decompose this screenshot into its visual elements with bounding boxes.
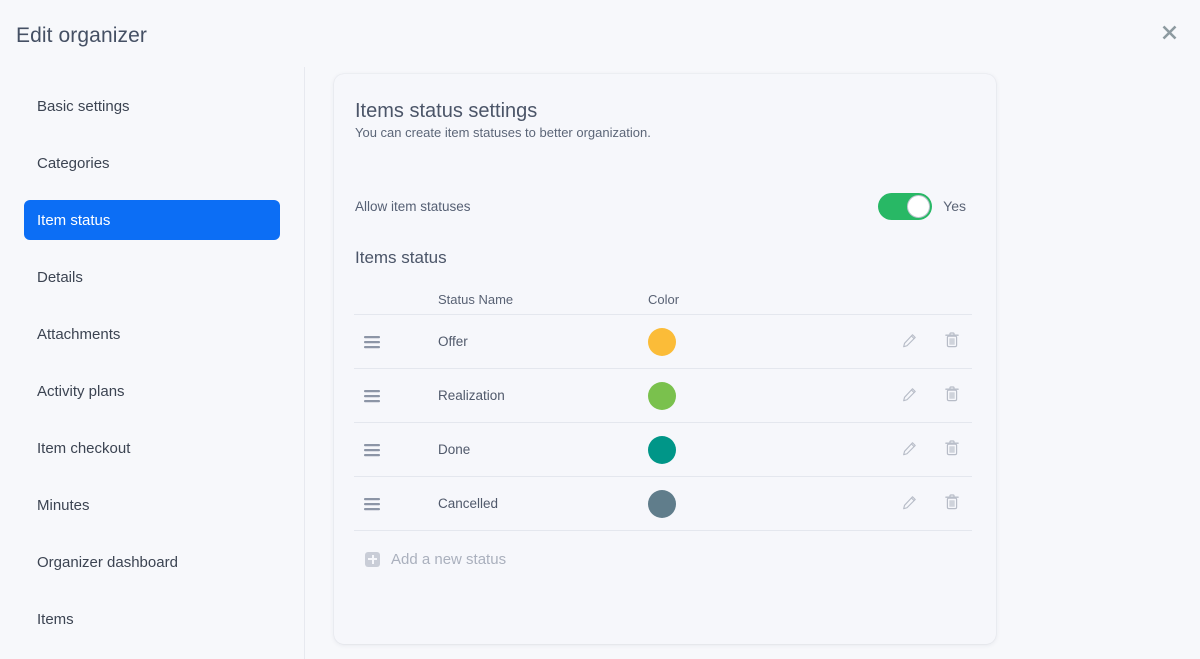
- row-actions: [868, 440, 972, 460]
- allow-item-statuses-control: Yes: [878, 192, 966, 220]
- status-color-swatch: [648, 381, 676, 410]
- status-color-cell: [648, 489, 868, 518]
- items-status-card: Items status settings You can create ite…: [334, 74, 996, 644]
- sidebar-item-items[interactable]: Items: [24, 599, 280, 639]
- table-body: Offer Realization Done Cancelled: [354, 315, 972, 531]
- status-name-cell: Done: [438, 442, 471, 457]
- toggle-value-label: Yes: [943, 198, 966, 214]
- status-color-swatch: [648, 435, 676, 464]
- content-area: Items status settings You can create ite…: [305, 67, 1200, 659]
- status-name-cell: Offer: [438, 334, 468, 349]
- table-row: Done: [354, 423, 972, 477]
- table-row: Realization: [354, 369, 972, 423]
- pencil-icon: [902, 441, 917, 459]
- table-row: Cancelled: [354, 477, 972, 531]
- close-button[interactable]: [1154, 17, 1184, 47]
- pencil-icon: [902, 333, 917, 351]
- pencil-icon: [902, 387, 917, 405]
- edit-status-button[interactable]: [899, 440, 919, 460]
- row-actions: [868, 332, 972, 352]
- sidebar-item-minutes[interactable]: Minutes: [24, 485, 280, 525]
- add-new-status-label: Add a new status: [391, 550, 507, 568]
- card-subtitle: You can create item statuses to better o…: [355, 125, 651, 140]
- sidebar-item-label: Attachments: [37, 325, 121, 343]
- status-color-cell: [648, 327, 868, 356]
- add-square-icon: [365, 551, 380, 567]
- delete-status-button[interactable]: [942, 440, 962, 460]
- sidebar-item-item-status[interactable]: Item status: [24, 200, 280, 240]
- sidebar-nav: Basic settings Categories Item status Detai…: [0, 67, 305, 659]
- delete-status-button[interactable]: [942, 386, 962, 406]
- sidebar-item-label: Categories: [37, 154, 110, 172]
- status-color-cell: [648, 435, 868, 464]
- sidebar-item-label: Minutes: [37, 496, 90, 514]
- sidebar-item-label: Item status: [37, 211, 111, 229]
- edit-status-button[interactable]: [899, 386, 919, 406]
- sidebar-item-label: Details: [37, 268, 83, 286]
- edit-status-button[interactable]: [899, 494, 919, 514]
- sidebar-item-label: Item checkout: [37, 439, 131, 457]
- table-row: Offer: [354, 315, 972, 369]
- allow-item-statuses-row: Allow item statuses Yes: [354, 192, 966, 220]
- sidebar-item-categories[interactable]: Categories: [24, 143, 280, 183]
- pencil-icon: [902, 495, 917, 513]
- trash-icon: [945, 494, 959, 513]
- delete-status-button[interactable]: [942, 332, 962, 352]
- drag-handle-icon[interactable]: [354, 497, 438, 511]
- row-actions: [868, 386, 972, 406]
- trash-icon: [945, 440, 959, 459]
- sidebar-item-item-checkout[interactable]: Item checkout: [24, 428, 280, 468]
- allow-item-statuses-label: Allow item statuses: [355, 198, 471, 214]
- table-header-row: Status Name Color: [354, 285, 972, 315]
- sidebar-item-details[interactable]: Details: [24, 257, 280, 297]
- sidebar-item-label: Basic settings: [37, 97, 130, 115]
- edit-status-button[interactable]: [899, 332, 919, 352]
- sidebar-item-label: Activity plans: [37, 382, 125, 400]
- trash-icon: [945, 386, 959, 405]
- status-name-cell: Realization: [438, 388, 505, 403]
- sidebar-item-label: Organizer dashboard: [37, 553, 178, 571]
- column-header-color: Color: [648, 292, 680, 307]
- items-status-section-title: Items status: [355, 248, 447, 267]
- items-status-table: Status Name Color Offer Realization Done Ca…: [354, 285, 972, 531]
- status-color-swatch: [648, 327, 676, 356]
- status-color-cell: [648, 381, 868, 410]
- sidebar-item-attachments[interactable]: Attachments: [24, 314, 280, 354]
- delete-status-button[interactable]: [942, 494, 962, 514]
- allow-item-statuses-toggle[interactable]: [878, 192, 933, 220]
- drag-handle-icon[interactable]: [354, 443, 438, 457]
- close-icon: [1161, 24, 1178, 41]
- sidebar-item-label: Items: [37, 610, 74, 628]
- drag-handle-icon[interactable]: [354, 389, 438, 403]
- sidebar-item-basic-settings[interactable]: Basic settings: [24, 86, 280, 126]
- trash-icon: [945, 332, 959, 351]
- status-name-cell: Cancelled: [438, 496, 499, 511]
- card-title: Items status settings: [355, 100, 538, 122]
- modal-body: Basic settings Categories Item status Detai…: [0, 67, 1200, 659]
- column-header-status-name: Status Name: [438, 292, 514, 307]
- sidebar-item-organizer-dashboard[interactable]: Organizer dashboard: [24, 542, 280, 582]
- toggle-knob: [907, 194, 931, 218]
- drag-handle-icon[interactable]: [354, 335, 438, 349]
- page-title: Edit organizer: [16, 24, 147, 47]
- row-actions: [868, 494, 972, 514]
- sidebar-item-activity-plans[interactable]: Activity plans: [24, 371, 280, 411]
- add-new-status-button[interactable]: Add a new status: [354, 531, 966, 587]
- status-color-swatch: [648, 489, 676, 518]
